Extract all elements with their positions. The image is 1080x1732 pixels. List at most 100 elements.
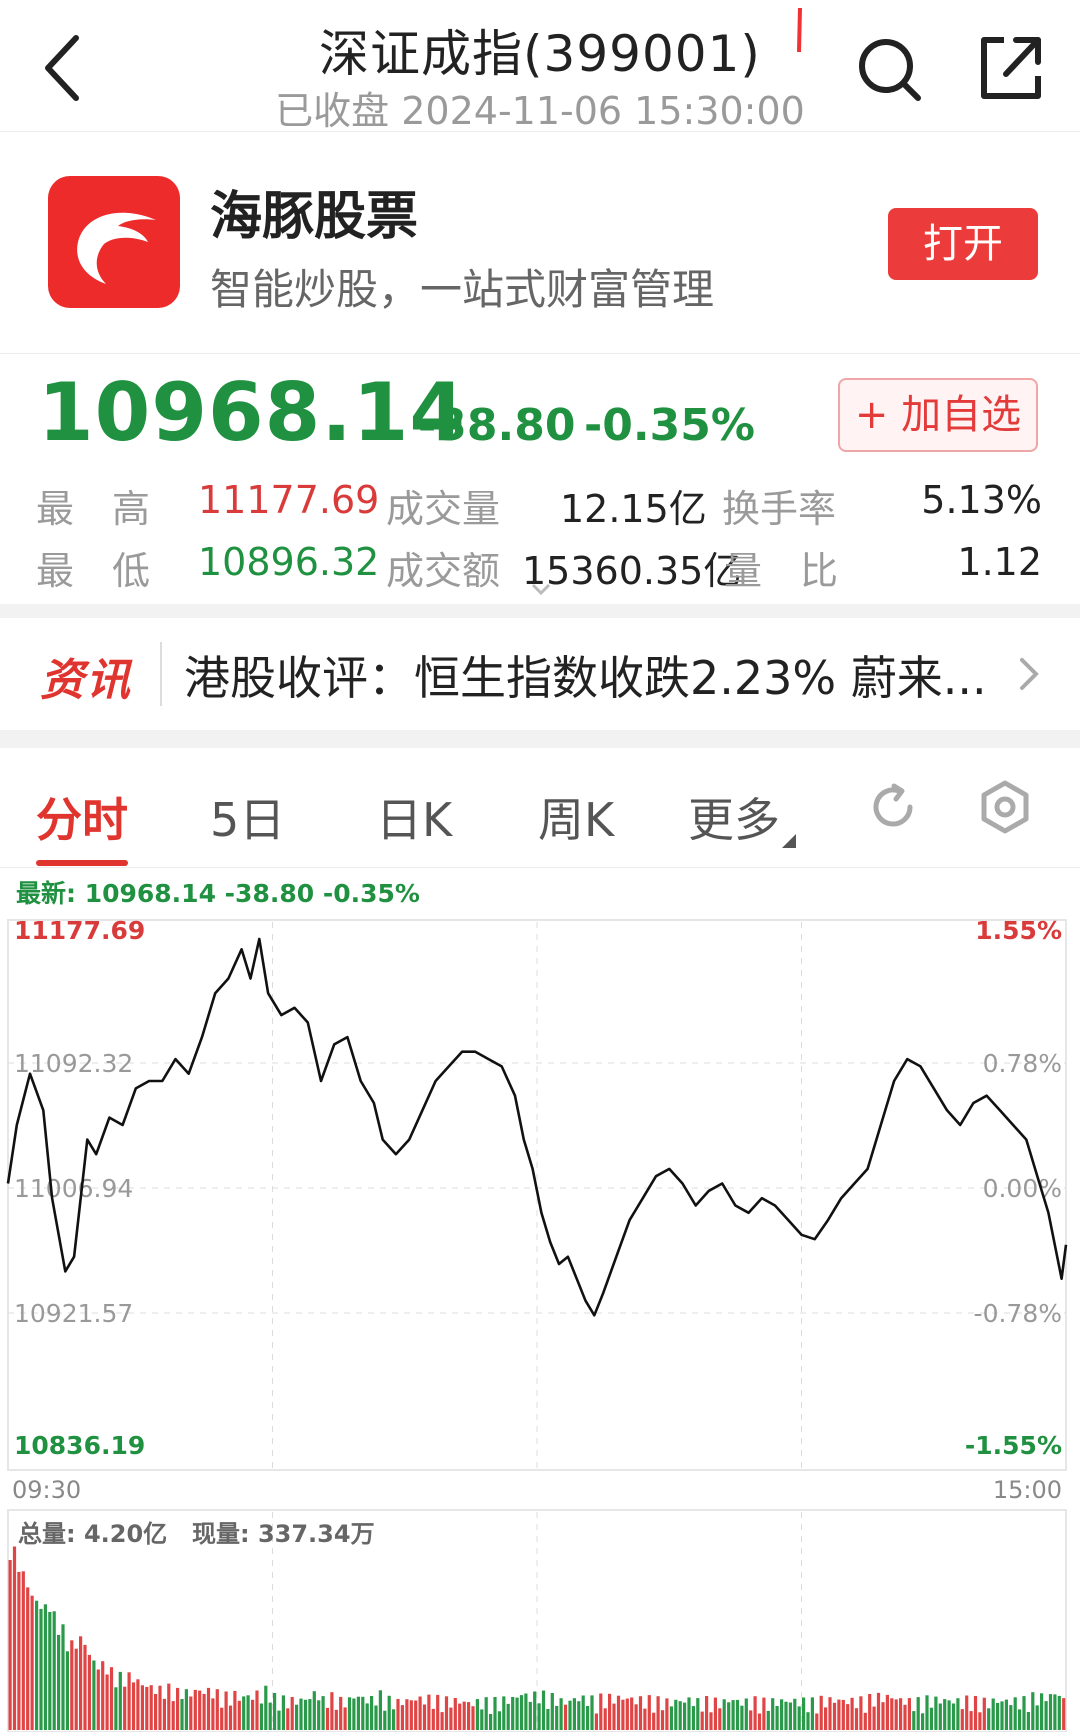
volume-bar — [158, 1685, 162, 1730]
volume-bar — [303, 1699, 308, 1730]
dolphin-icon — [77, 212, 156, 284]
add-to-watchlist-button[interactable]: + 加自选 — [838, 378, 1038, 452]
tab-weekly-k[interactable]: 周K — [538, 784, 614, 850]
y-axis-right-label: 1.55% — [975, 916, 1062, 945]
volume-bar — [996, 1702, 1000, 1730]
volume-bar — [943, 1699, 947, 1730]
volume-bar — [850, 1697, 854, 1730]
volume-bar — [727, 1702, 731, 1730]
volume-bar — [881, 1702, 885, 1730]
volume-bar — [202, 1693, 206, 1730]
expand-caret-icon[interactable] — [530, 582, 552, 596]
volume-bar — [449, 1707, 453, 1730]
volume-bar — [775, 1706, 779, 1730]
volume-bar — [189, 1696, 193, 1730]
amount-label: 成交额 — [386, 549, 501, 593]
refresh-button[interactable] — [866, 780, 920, 834]
volume-bar — [978, 1712, 982, 1730]
open-app-button[interactable]: 打开 — [888, 208, 1038, 280]
volume-bar — [431, 1708, 435, 1730]
volume-bar — [462, 1701, 466, 1730]
y-axis-right-labels: 1.55% 0.78% 0.00% -0.78% -1.55% — [965, 916, 1062, 1460]
total-volume-label: 总量: 4.20亿 — [18, 1520, 167, 1548]
volume-bar — [52, 1611, 56, 1730]
volume-bar — [286, 1708, 290, 1730]
volume-bar — [497, 1711, 501, 1730]
volume-bar — [105, 1674, 109, 1730]
volume-bar — [123, 1686, 127, 1730]
volume-bar — [237, 1700, 241, 1730]
volume-bar — [131, 1682, 136, 1730]
volume-bar — [603, 1708, 607, 1730]
volume-bar — [1009, 1705, 1013, 1730]
volume-bar — [1035, 1705, 1039, 1730]
tab-5day[interactable]: 5日 — [210, 784, 285, 850]
volume-bar — [392, 1709, 396, 1730]
price-change: -38.80 — [418, 400, 576, 451]
volume-bar — [74, 1648, 78, 1730]
volume-bar — [947, 1700, 951, 1730]
volume-bar — [467, 1702, 471, 1730]
volume-bar — [533, 1691, 537, 1730]
volume-bar — [330, 1692, 334, 1730]
volume-bar — [749, 1710, 753, 1730]
news-headline[interactable]: 港股收评：恒生指数收跌2.23% 蔚来... — [184, 642, 987, 708]
volume-bar — [361, 1696, 365, 1730]
share-button[interactable] — [968, 26, 1052, 110]
volume-bar — [656, 1696, 660, 1730]
volume-bar — [735, 1699, 740, 1730]
volume-bar — [118, 1671, 122, 1730]
volume-bar — [26, 1587, 30, 1730]
volume-bar — [79, 1636, 83, 1730]
volume-bar — [65, 1651, 69, 1730]
volume-bar — [696, 1698, 700, 1730]
volume-bar — [537, 1703, 541, 1730]
volume-bar — [713, 1697, 717, 1730]
volume-bar — [731, 1700, 735, 1730]
volume-bar — [872, 1706, 876, 1730]
quote-panel: 10968.14 -38.80 -0.35% + 加自选 最 高 11177.6… — [0, 356, 1080, 602]
volume-bar — [268, 1702, 272, 1730]
y-axis-left-label: 11177.69 — [14, 916, 145, 945]
volume-bar — [612, 1703, 616, 1730]
volume-bar — [273, 1693, 277, 1730]
volume-bar — [506, 1703, 510, 1730]
volume-bar — [154, 1694, 158, 1730]
volume-bar — [414, 1700, 418, 1730]
volume-bar — [502, 1696, 506, 1730]
volume-bar — [92, 1660, 96, 1730]
volume-bar — [643, 1708, 647, 1730]
volume-bar — [57, 1634, 61, 1730]
volume-bar — [753, 1696, 757, 1730]
top-nav-bar: 深证成指(399001) 已收盘 2024-11-06 15:30:00 — [0, 0, 1080, 133]
volume-bar — [616, 1695, 621, 1730]
volume-bar — [8, 1560, 12, 1730]
tab-daily-k[interactable]: 日K — [376, 784, 452, 850]
high-label: 最 高 — [36, 487, 151, 531]
volume-bar — [211, 1698, 215, 1730]
volume-bar — [824, 1707, 828, 1730]
intraday-chart[interactable]: 11177.69 11092.32 11006.94 10921.57 10836.19… — [0, 900, 1080, 1732]
volume-bar — [308, 1699, 312, 1730]
volume-bar — [356, 1696, 360, 1730]
volume-bar — [109, 1667, 114, 1730]
news-ticker[interactable]: 资讯 港股收评：恒生指数收跌2.23% 蔚来... — [0, 618, 1080, 730]
volume-bar — [559, 1698, 563, 1730]
volume-bar — [550, 1693, 554, 1730]
tab-more[interactable]: 更多 — [688, 784, 780, 850]
search-button[interactable] — [850, 28, 930, 108]
chart-settings-button[interactable] — [976, 778, 1034, 836]
volume-bar — [515, 1697, 519, 1730]
volume-bar — [171, 1701, 175, 1730]
volume-bar — [1031, 1692, 1035, 1730]
tab-intraday[interactable]: 分时 — [36, 784, 128, 850]
volume-bar — [938, 1703, 942, 1730]
volume-bar — [96, 1669, 100, 1730]
volume-bar — [519, 1695, 524, 1730]
volume-bar — [929, 1707, 933, 1730]
volume-bar — [859, 1696, 863, 1730]
y-axis-right-label: -1.55% — [965, 1431, 1062, 1460]
volume-bar — [70, 1640, 74, 1730]
volume-bar — [334, 1709, 338, 1730]
last-price: 10968.14 — [38, 366, 467, 459]
